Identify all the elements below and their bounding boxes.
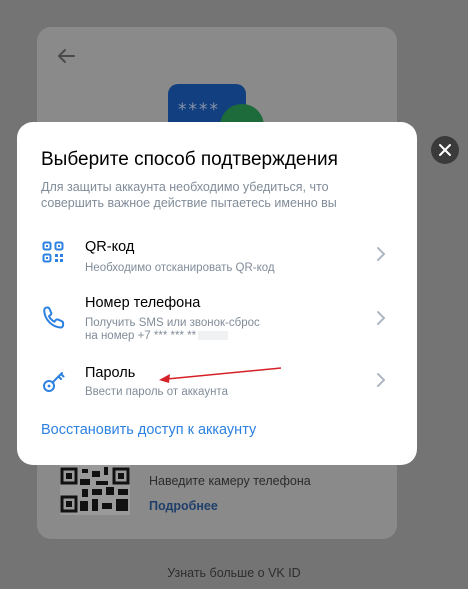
redacted-digits — [198, 331, 229, 341]
password-stars: **** — [178, 100, 220, 120]
option-password-title: Пароль — [85, 365, 136, 381]
restore-access-link[interactable]: Восстановить доступ к аккаунту — [41, 422, 256, 438]
dialog-subtitle: Для защиты аккаунта необходимо убедиться… — [41, 180, 337, 210]
verification-method-dialog: Выберите способ подтверждения Для защиты… — [17, 122, 417, 465]
qr-icon — [42, 241, 64, 263]
close-button[interactable] — [431, 136, 459, 164]
chevron-right-icon — [377, 311, 385, 325]
key-icon — [43, 372, 65, 392]
qr-more-link[interactable]: Подробнее — [149, 499, 218, 513]
masked-phone-number: на номер +7 *** *** ** — [85, 330, 197, 342]
option-qr-code[interactable]: QR-код Необходимо отсканировать QR-код — [17, 230, 417, 278]
option-phone-description: Получить SMS или звонок-сброс на номер +… — [85, 317, 315, 343]
option-phone-number[interactable]: Номер телефона Получить SMS или звонок-с… — [17, 290, 417, 346]
phone-icon — [43, 306, 65, 329]
annotation-arrow — [159, 367, 282, 383]
learn-more-link[interactable]: Узнать больше о VK ID — [0, 566, 468, 580]
qr-camera-hint: Наведите камеру телефона — [149, 474, 311, 488]
option-phone-description-line1: Получить SMS или звонок-сброс — [85, 317, 260, 329]
option-password-description: Ввести пароль от аккаунта — [85, 386, 228, 398]
chevron-right-icon — [377, 247, 385, 261]
option-phone-title: Номер телефона — [85, 295, 201, 311]
option-phone-description-line2: на номер +7 *** *** ** — [85, 330, 315, 343]
qr-code-image — [60, 463, 130, 515]
back-arrow-icon[interactable] — [54, 44, 78, 68]
option-qr-title: QR-код — [85, 239, 135, 255]
option-qr-description: Необходимо отсканировать QR-код — [85, 262, 275, 274]
close-icon — [439, 144, 451, 156]
chevron-right-icon — [377, 373, 385, 387]
dialog-title: Выберите способ подтверждения — [41, 149, 338, 170]
